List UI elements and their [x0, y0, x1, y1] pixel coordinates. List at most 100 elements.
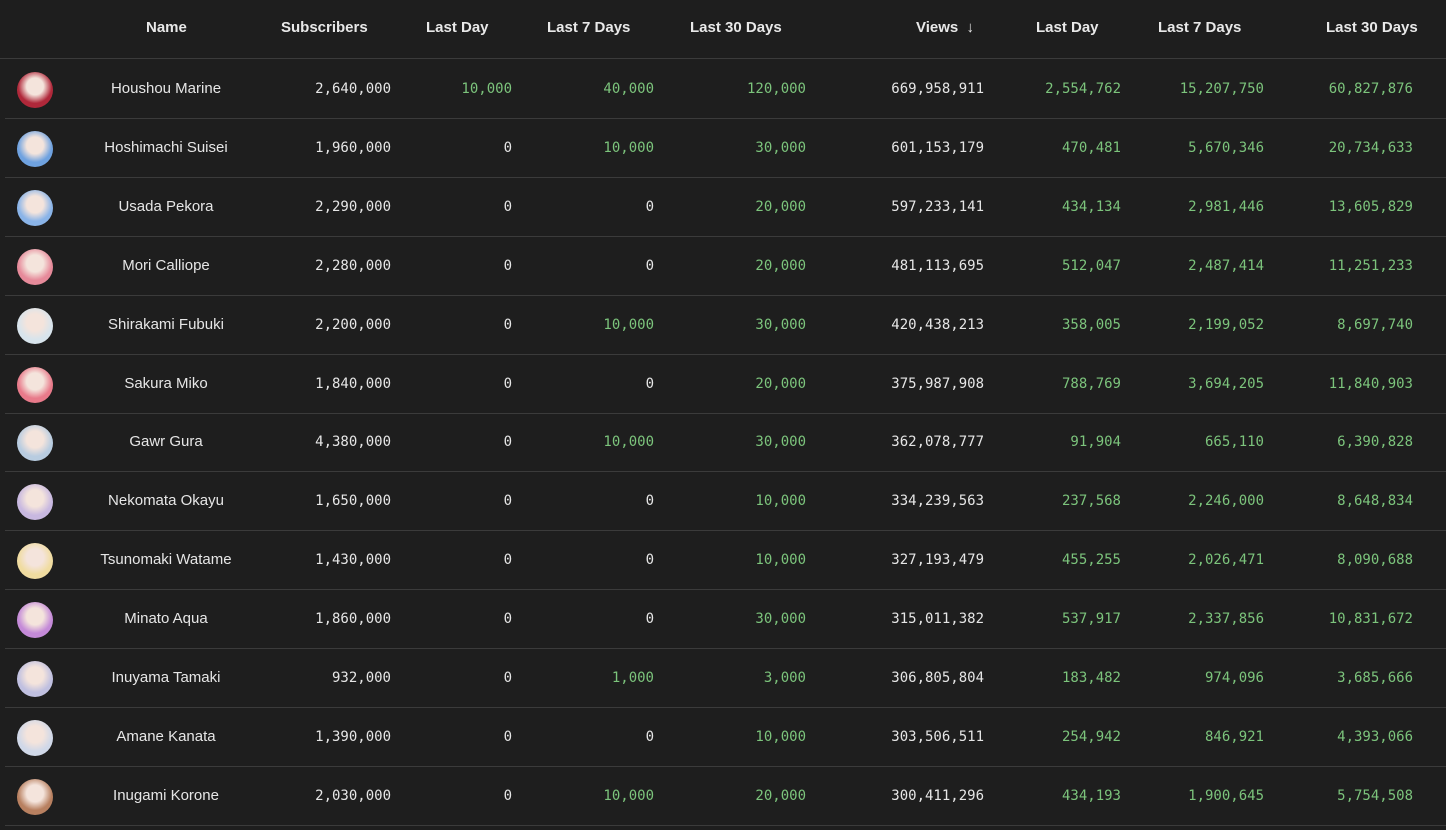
cell-v7: 2,337,856 [1188, 611, 1264, 628]
channel-name[interactable]: Hoshimachi Suisei [66, 139, 266, 156]
cell-s7: 0 [645, 198, 654, 215]
channel-name[interactable]: Inuyama Tamaki [66, 669, 266, 686]
cell-subs: 4,380,000 [315, 434, 391, 451]
column-header-views-last-30-days[interactable]: Last 30 Days [1326, 19, 1418, 36]
cell-vd: 537,917 [1061, 611, 1121, 628]
cell-views: 481,113,695 [891, 257, 984, 274]
cell-v30: 8,648,834 [1337, 493, 1413, 510]
avatar[interactable] [17, 778, 53, 815]
avatar[interactable] [17, 661, 53, 697]
avatar[interactable] [17, 72, 53, 108]
channel-name[interactable]: Usada Pekora [66, 198, 266, 215]
cell-sd: 0 [503, 552, 512, 569]
table-row[interactable]: Inugami Korone 2,030,000 0 10,000 20,000 300,… [5, 767, 1446, 826]
column-header-views-last-7-days[interactable]: Last 7 Days [1158, 19, 1241, 36]
channel-name[interactable]: Mori Calliope [66, 257, 266, 274]
table-row[interactable]: Tsunomaki Watame 1,430,000 0 0 10,000 327,193… [5, 531, 1446, 591]
cell-s30: 10,000 [755, 728, 806, 745]
avatar[interactable] [17, 602, 53, 639]
cell-s30: 30,000 [755, 434, 806, 451]
cell-views: 597,233,141 [891, 198, 984, 215]
column-header-views[interactable]: Views ↓ [916, 19, 974, 36]
cell-subs: 1,860,000 [315, 611, 391, 628]
cell-s7: 0 [645, 611, 654, 628]
cell-v7: 665,110 [1204, 434, 1264, 451]
column-header-subs-last-7-days[interactable]: Last 7 Days [547, 19, 630, 36]
table-row[interactable]: Houshou Marine 2,640,000 10,000 40,000 120,0… [5, 60, 1446, 119]
table-row[interactable]: Minato Aqua 1,860,000 0 0 30,000 315,011,382 5… [5, 590, 1446, 650]
channel-name[interactable]: Nekomata Okayu [66, 492, 266, 509]
cell-subs: 1,430,000 [315, 552, 391, 569]
avatar[interactable] [17, 248, 53, 285]
cell-sd: 0 [503, 375, 512, 392]
table-row[interactable]: Amane Kanata 1,390,000 0 0 10,000 303,506,511… [5, 708, 1446, 767]
table-row[interactable]: Gawr Gura 4,380,000 0 10,000 30,000 362,078,7… [5, 413, 1446, 473]
column-header-views-last-day[interactable]: Last Day [1036, 19, 1099, 36]
channel-name[interactable]: Minato Aqua [66, 610, 266, 627]
cell-v7: 2,981,446 [1188, 198, 1264, 215]
column-header-subs-last-30-days[interactable]: Last 30 Days [690, 19, 782, 36]
cell-s30: 30,000 [755, 139, 806, 156]
channel-name[interactable]: Amane Kanata [66, 728, 266, 745]
cell-v7: 15,207,750 [1179, 81, 1264, 97]
avatar[interactable] [17, 307, 53, 344]
cell-vd: 237,568 [1061, 493, 1121, 510]
cell-v7: 1,900,645 [1188, 787, 1264, 804]
table-header: Name Subscribers Last Day Last 7 Days La… [0, 0, 1446, 59]
cell-subs: 1,390,000 [315, 728, 391, 745]
table-row[interactable]: Sakura Miko 1,840,000 0 0 20,000 375,987,908 7… [5, 355, 1446, 414]
avatar[interactable] [17, 130, 53, 167]
cell-v7: 2,026,471 [1188, 552, 1264, 569]
cell-s30: 20,000 [755, 198, 806, 215]
cell-views: 420,438,213 [891, 316, 984, 333]
cell-sd: 0 [503, 316, 512, 333]
cell-subs: 2,290,000 [315, 198, 391, 215]
cell-sd: 10,000 [461, 81, 512, 97]
table-row[interactable]: Shirakami Fubuki 2,200,000 0 10,000 30,000 42… [5, 296, 1446, 355]
cell-s30: 10,000 [755, 493, 806, 510]
arrow-down-icon: ↓ [966, 19, 974, 36]
table-row[interactable]: Nekomata Okayu 1,650,000 0 0 10,000 334,239,5… [5, 472, 1446, 532]
cell-s7: 0 [645, 493, 654, 510]
cell-sd: 0 [503, 434, 512, 451]
channel-name[interactable]: Tsunomaki Watame [66, 551, 266, 568]
cell-s7: 0 [645, 728, 654, 745]
table-row[interactable]: Hoshimachi Suisei 1,960,000 0 10,000 30,000 6… [5, 119, 1446, 178]
avatar[interactable] [17, 366, 53, 403]
cell-views: 334,239,563 [891, 493, 984, 510]
cell-s7: 10,000 [603, 434, 654, 451]
channel-name[interactable]: Shirakami Fubuki [66, 316, 266, 333]
cell-vd: 91,904 [1070, 434, 1121, 451]
cell-subs: 1,840,000 [315, 375, 391, 392]
avatar[interactable] [17, 543, 53, 580]
column-header-subscribers[interactable]: Subscribers [281, 19, 368, 36]
cell-s7: 0 [645, 375, 654, 392]
channel-name[interactable]: Houshou Marine [66, 80, 266, 97]
cell-s7: 0 [645, 257, 654, 274]
column-header-subs-last-day[interactable]: Last Day [426, 19, 489, 36]
avatar[interactable] [17, 189, 53, 226]
table-row[interactable]: Usada Pekora 2,290,000 0 0 20,000 597,233,141… [5, 178, 1446, 237]
channel-name[interactable]: Inugami Korone [66, 787, 266, 804]
channel-name[interactable]: Sakura Miko [66, 375, 266, 392]
cell-s7: 0 [645, 552, 654, 569]
table-row[interactable]: Mori Calliope 2,280,000 0 0 20,000 481,113,69… [5, 237, 1446, 296]
channel-name[interactable]: Gawr Gura [66, 433, 266, 450]
avatar[interactable] [17, 719, 53, 756]
cell-v7: 5,670,346 [1188, 139, 1264, 156]
cell-views: 327,193,479 [891, 552, 984, 569]
cell-v7: 2,199,052 [1188, 316, 1264, 333]
cell-sd: 0 [503, 198, 512, 215]
cell-subs: 932,000 [331, 670, 391, 686]
column-header-name[interactable]: Name [146, 19, 187, 36]
cell-s30: 20,000 [755, 257, 806, 274]
cell-sd: 0 [503, 493, 512, 510]
cell-v30: 11,840,903 [1328, 375, 1413, 392]
cell-vd: 358,005 [1061, 316, 1121, 333]
avatar[interactable] [17, 425, 53, 462]
table-row[interactable]: Inuyama Tamaki 932,000 0 1,000 3,000 306,805,… [5, 649, 1446, 708]
cell-v7: 2,487,414 [1188, 257, 1264, 274]
views-label: Views [916, 19, 959, 36]
avatar[interactable] [17, 484, 53, 521]
cell-sd: 0 [503, 787, 512, 804]
